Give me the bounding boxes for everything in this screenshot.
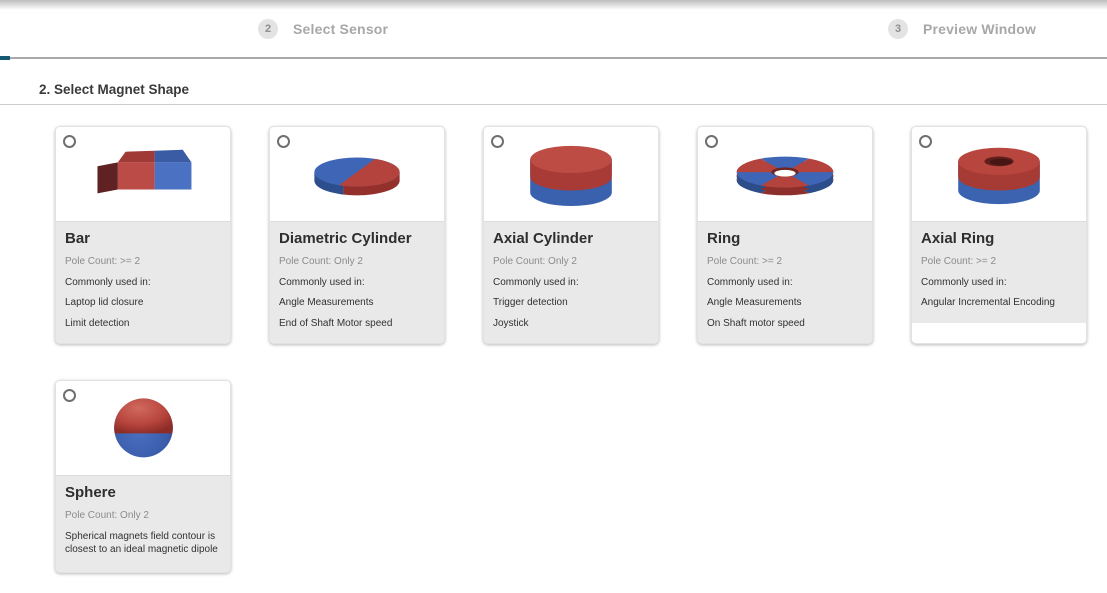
bar-magnet-icon [84, 143, 202, 205]
axial-cylinder-magnet-icon [512, 140, 630, 208]
magnet-shape-card-ring[interactable]: Ring Pole Count: >= 2 Commonly used in: A… [697, 126, 873, 344]
magnet-info-panel: Bar Pole Count: >= 2 Commonly used in: La… [56, 221, 230, 343]
usage-text: Trigger detection [493, 296, 650, 310]
pole-count-text: Pole Count: >= 2 [921, 255, 1078, 269]
magnet-preview-area [56, 381, 230, 475]
magnet-shape-card-axial-ring[interactable]: Axial Ring Pole Count: >= 2 Commonly use… [911, 126, 1087, 344]
section-title: 2. Select Magnet Shape [39, 82, 1107, 97]
sphere-magnet-icon [90, 396, 197, 460]
magnet-info-panel: Axial Ring Pole Count: >= 2 Commonly use… [912, 221, 1086, 323]
usage-text: Commonly used in: [493, 276, 650, 290]
magnet-shape-title: Sphere [65, 484, 222, 501]
step-label: Select Sensor [293, 21, 388, 37]
usage-text: Commonly used in: [65, 276, 222, 290]
pole-count-text: Pole Count: >= 2 [65, 255, 222, 269]
step-label: Preview Window [923, 21, 1036, 37]
magnet-shape-card-diametric-cylinder[interactable]: Diametric Cylinder Pole Count: Only 2 Co… [269, 126, 445, 344]
bar-radio[interactable] [63, 135, 76, 148]
magnet-shape-title: Diametric Cylinder [279, 230, 436, 247]
magnet-preview-area [484, 127, 658, 221]
magnet-shape-title: Axial Ring [921, 230, 1078, 247]
ring-radio[interactable] [705, 135, 718, 148]
magnet-info-panel: Axial Cylinder Pole Count: Only 2 Common… [484, 221, 658, 343]
magnet-preview-area [912, 127, 1086, 221]
magnet-shape-title: Axial Cylinder [493, 230, 650, 247]
usage-text: Angle Measurements [707, 296, 864, 310]
ring-magnet-icon [726, 143, 844, 205]
magnet-shape-title: Ring [707, 230, 864, 247]
magnet-shape-title: Bar [65, 230, 222, 247]
steps-progress-divider [0, 56, 1107, 60]
axial-cylinder-radio[interactable] [491, 135, 504, 148]
usage-text: Commonly used in: [921, 276, 1078, 290]
magnet-shape-card-axial-cylinder[interactable]: Axial Cylinder Pole Count: Only 2 Common… [483, 126, 659, 344]
usage-text: Angle Measurements [279, 296, 436, 310]
pole-count-text: Pole Count: Only 2 [493, 255, 650, 269]
usage-text: Commonly used in: [279, 276, 436, 290]
magnet-shape-card-sphere[interactable]: Sphere Pole Count: Only 2 Spherical magn… [55, 380, 231, 573]
wizard-steps-bar: 2 Select Sensor 3 Preview Window [0, 10, 1107, 56]
progress-accent [0, 56, 10, 60]
usage-text: Commonly used in: [707, 276, 864, 290]
axial-ring-radio[interactable] [919, 135, 932, 148]
magnet-preview-area [270, 127, 444, 221]
pole-count-text: Pole Count: Only 2 [279, 255, 436, 269]
step-preview-window[interactable]: 3 Preview Window [888, 19, 1036, 39]
usage-text: Laptop lid closure [65, 296, 222, 310]
usage-text: End of Shaft Motor speed [279, 317, 436, 331]
magnet-shape-card-grid: Bar Pole Count: >= 2 Commonly used in: La… [0, 105, 1107, 593]
step-number-badge: 3 [888, 19, 908, 39]
step-select-sensor[interactable]: 2 Select Sensor [258, 19, 388, 39]
usage-text: Angular Incremental Encoding [921, 296, 1078, 310]
progress-track [0, 57, 1107, 59]
diametric-cylinder-magnet-icon [298, 143, 416, 205]
sphere-radio[interactable] [63, 389, 76, 402]
magnet-shape-section: 2. Select Magnet Shape Bar Pole Count: >… [0, 82, 1107, 593]
usage-text: Spherical magnets field contour is close… [65, 530, 222, 557]
magnet-info-panel: Ring Pole Count: >= 2 Commonly used in: A… [698, 221, 872, 343]
magnet-preview-area [698, 127, 872, 221]
step-number-badge: 2 [258, 19, 278, 39]
magnet-preview-area [56, 127, 230, 221]
axial-ring-magnet-icon [940, 140, 1058, 208]
top-edge-shadow [0, 0, 1107, 10]
usage-text: Limit detection [65, 317, 222, 331]
magnet-info-panel: Sphere Pole Count: Only 2 Spherical magn… [56, 475, 230, 572]
magnet-info-panel: Diametric Cylinder Pole Count: Only 2 Co… [270, 221, 444, 343]
usage-text: On Shaft motor speed [707, 317, 864, 331]
pole-count-text: Pole Count: Only 2 [65, 509, 222, 523]
usage-text: Joystick [493, 317, 650, 331]
pole-count-text: Pole Count: >= 2 [707, 255, 864, 269]
magnet-shape-card-bar[interactable]: Bar Pole Count: >= 2 Commonly used in: La… [55, 126, 231, 344]
diametric-cylinder-radio[interactable] [277, 135, 290, 148]
